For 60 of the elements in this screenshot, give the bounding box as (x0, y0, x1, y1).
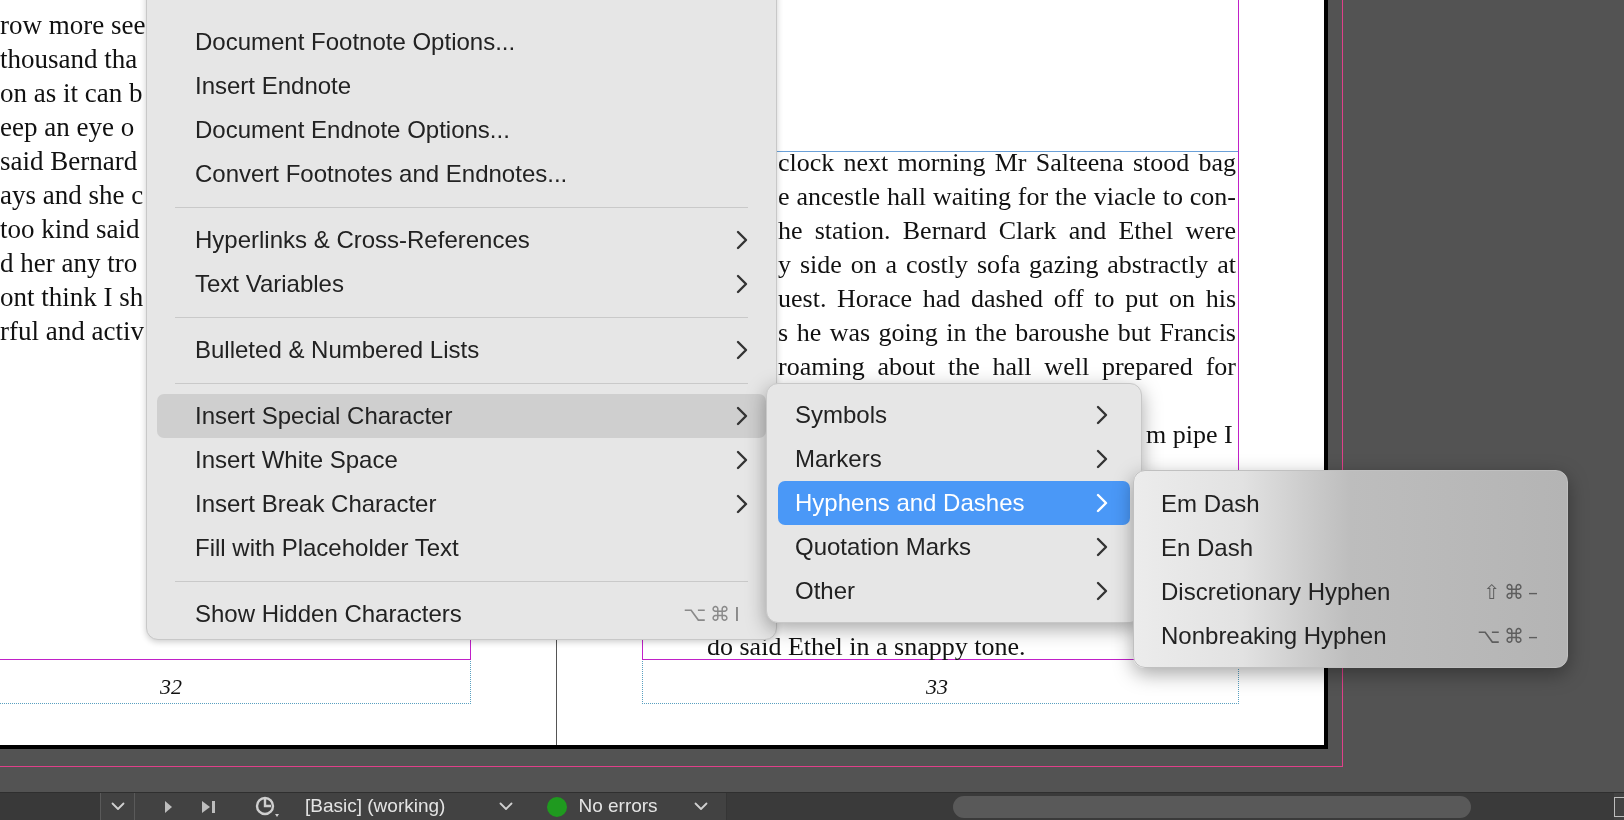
menu-item[interactable]: Fill with Placeholder Text (157, 526, 766, 570)
chevron-down-icon (693, 802, 708, 811)
body-text-line: ont think I sh (0, 281, 144, 314)
shortcut-text: ⌥⌘– (1476, 623, 1542, 650)
body-text-line: on as it can b (0, 77, 143, 110)
profile-dropdown[interactable]: [Basic] (working) (305, 792, 514, 820)
body-text-line: he station. Bernard Clark and Ethel were (778, 215, 1236, 247)
body-text-line: uest. Horace had dashed off to put on his (778, 283, 1236, 315)
play-icon (163, 799, 173, 814)
menu-item[interactable]: Discretionary Hyphen ⇧⌘– (1145, 570, 1556, 614)
menu-item[interactable]: Insert Break Character (157, 482, 766, 526)
shortcut-text: ⌥⌘I (683, 601, 744, 628)
chevron-right-icon (1096, 405, 1108, 425)
body-text-line: e ancestle hall waiting for the viacle to con- (778, 181, 1236, 213)
menu-item[interactable]: Symbols (778, 393, 1130, 437)
body-text-line: eep an eye o (0, 111, 135, 144)
shortcut-text: ⇧⌘– (1483, 579, 1542, 606)
body-text-line: s he was going in the baroushe but Francis (778, 317, 1236, 349)
body-text-line: m pipe I (1146, 419, 1233, 451)
menu-item[interactable]: Insert Endnote (157, 64, 766, 108)
scrollbar-thumb[interactable] (952, 795, 1471, 818)
page-number: 33 (926, 673, 948, 701)
body-text-line: said Bernard (0, 145, 138, 178)
page-field[interactable] (0, 793, 101, 820)
body-text-line: row more see (0, 9, 146, 42)
body-text-line: y side on a costly sofa gazing abstractly at (778, 249, 1236, 281)
chevron-down-icon (499, 802, 514, 811)
chevron-right-icon (1096, 449, 1108, 469)
panel-toggle-icon[interactable] (1614, 796, 1624, 817)
menu-item[interactable]: Show Hidden Characters ⌥⌘I (157, 592, 766, 636)
menu-item[interactable]: Hyperlinks & Cross-References (157, 218, 766, 262)
errors-dropdown[interactable]: No errors (578, 793, 727, 820)
menu-item[interactable]: Nonbreaking Hyphen ⌥⌘– (1145, 614, 1556, 658)
skip-to-end-icon (201, 799, 217, 814)
body-text-line: ays and she c (0, 179, 144, 212)
body-text-line: rful and activ (0, 315, 144, 348)
page-number: 32 (160, 673, 182, 701)
menu-item[interactable]: Bulleted & Numbered Lists (157, 328, 766, 372)
menu-item[interactable]: En Dash (1145, 526, 1556, 570)
menu-item[interactable]: Em Dash (1145, 482, 1556, 526)
chevron-right-icon (1096, 581, 1108, 601)
chevron-right-icon (1096, 493, 1108, 513)
menu-item[interactable]: Quotation Marks (778, 525, 1130, 569)
menu-item[interactable]: Other (778, 569, 1130, 613)
menu-item[interactable]: Text Variables (157, 262, 766, 306)
menu-item[interactable]: Markers (778, 437, 1130, 481)
menu-item[interactable]: Insert White Space (157, 438, 766, 482)
chevron-down-icon (110, 802, 125, 811)
body-text-line: roaming about the hall well prepared for (778, 351, 1236, 383)
menu-item[interactable]: Insert Special Character (157, 394, 766, 438)
chevron-right-icon (1096, 537, 1108, 557)
clock-icon (254, 795, 282, 818)
body-text-line: clock next morning Mr Salteena stood bag (778, 147, 1236, 179)
body-text-line: too kind said (0, 213, 140, 246)
body-text-line: do said Ethel in a snappy tone. (707, 633, 1026, 661)
menu-item[interactable]: Document Footnote Options... (157, 20, 766, 64)
body-text-line: thousand tha (0, 43, 138, 76)
menu-item[interactable]: Convert Footnotes and Endnotes... (157, 152, 766, 196)
body-text-line: d her any tro (0, 247, 138, 280)
menu-item[interactable]: Document Endnote Options... (157, 108, 766, 152)
